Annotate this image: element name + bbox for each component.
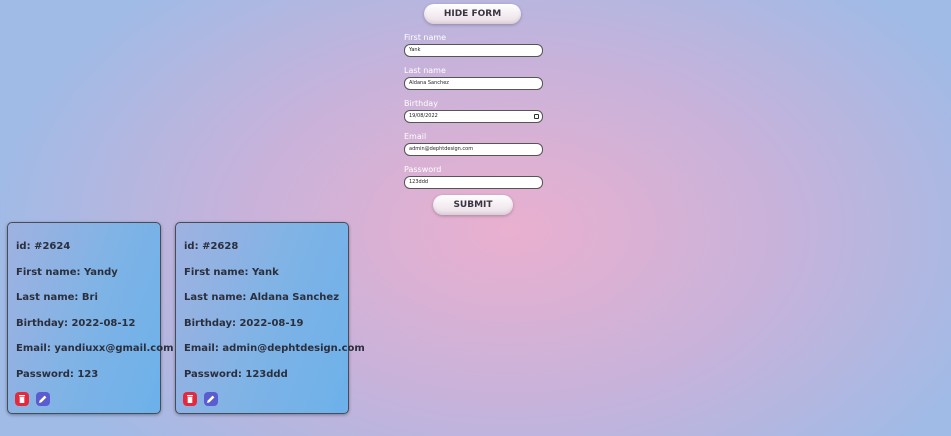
- user-id: id: #2624: [16, 241, 71, 252]
- password-input[interactable]: 123ddd: [404, 176, 543, 189]
- user-last-name: Last name: Bri: [16, 292, 98, 303]
- user-id: id: #2628: [184, 241, 239, 252]
- first-name-label: First name: [404, 33, 447, 42]
- email-input[interactable]: admin@dephtdesign.com: [404, 143, 543, 156]
- last-name-label: Last name: [404, 66, 446, 75]
- edit-button[interactable]: [204, 392, 219, 406]
- pencil-icon: [39, 395, 47, 403]
- submit-button[interactable]: SUBMIT: [433, 195, 513, 215]
- edit-button[interactable]: [36, 392, 51, 406]
- user-form: First name Yank Last name Aldana Sanchez…: [404, 32, 544, 197]
- user-card: id: #2624 First name: Yandy Last name: B…: [7, 222, 174, 414]
- user-birthday: Birthday: 2022-08-19: [184, 317, 304, 329]
- user-password: Password: 123ddd: [184, 368, 288, 380]
- pencil-icon: [207, 395, 215, 403]
- trash-icon: [19, 395, 25, 403]
- user-birthday: Birthday: 2022-08-12: [16, 317, 136, 329]
- user-email: Email: yandiuxx@gmail.com: [16, 343, 174, 354]
- password-label: Password: [404, 165, 442, 174]
- last-name-input[interactable]: Aldana Sanchez: [404, 77, 543, 90]
- first-name-input[interactable]: Yank: [404, 44, 543, 57]
- user-first-name: First name: Yandy: [16, 266, 118, 278]
- user-email: Email: admin@dephtdesign.com: [184, 343, 365, 354]
- hide-form-button[interactable]: HIDE FORM: [424, 4, 521, 24]
- calendar-icon[interactable]: [534, 114, 539, 119]
- birthday-value: 19/08/2022: [409, 113, 438, 119]
- card-actions: [15, 392, 52, 411]
- delete-button[interactable]: [15, 392, 29, 406]
- birthday-label: Birthday: [404, 99, 438, 108]
- user-password: Password: 123: [16, 368, 99, 380]
- trash-icon: [187, 395, 193, 403]
- birthday-input[interactable]: 19/08/2022: [404, 110, 543, 123]
- user-card: id: #2628 First name: Yank Last name: Al…: [175, 222, 365, 414]
- email-label: Email: [404, 132, 427, 141]
- delete-button[interactable]: [183, 392, 197, 406]
- user-last-name: Last name: Aldana Sanchez: [184, 292, 340, 303]
- card-actions: [183, 392, 220, 411]
- user-first-name: First name: Yank: [184, 266, 279, 278]
